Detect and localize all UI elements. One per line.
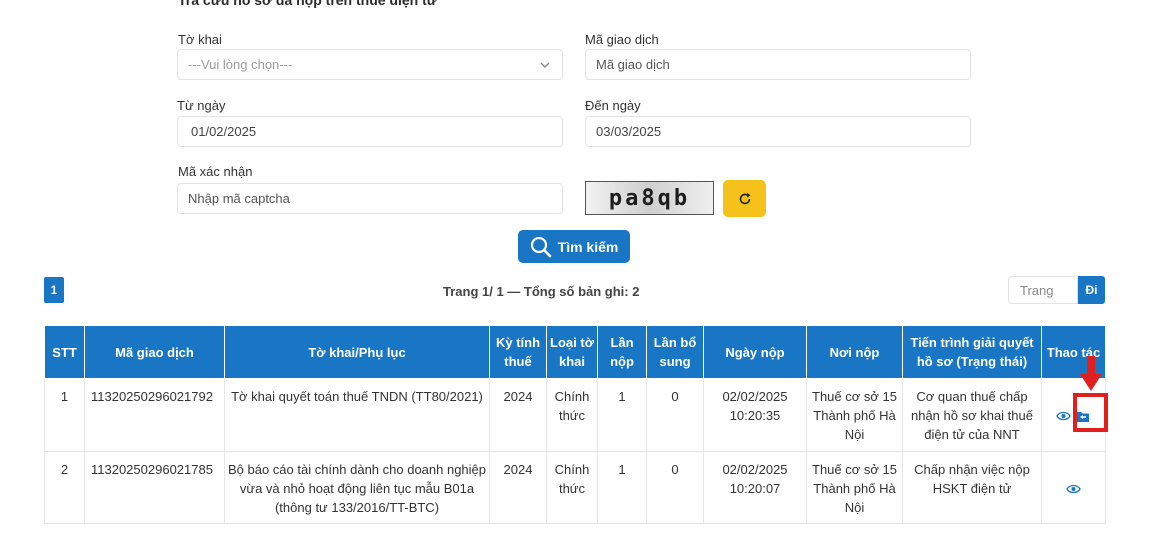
captcha-image: pa8qb [585, 181, 714, 215]
cell-stt: 1 [44, 378, 85, 452]
cell-lan-bo-sung: 0 [646, 378, 704, 452]
ma-xac-nhan-label: Mã xác nhận [178, 164, 253, 179]
ma-giao-dich-placeholder: Mã giao dịch [596, 57, 670, 72]
col-header-to-khai: Tờ khai/Phụ lục [224, 325, 490, 379]
table-row: 1 11320250296021792 Tờ khai quyết toán t… [44, 378, 1106, 452]
search-icon [530, 236, 551, 257]
pagination-page-1[interactable]: 1 [44, 277, 64, 303]
eye-icon[interactable] [1056, 410, 1072, 422]
cell-noi-nop: Thuế cơ sở 15 Thành phố Hà Nội [806, 378, 903, 452]
to-khai-select[interactable]: ---Vui lòng chọn--- [177, 49, 563, 80]
cell-ky-tinh-thue: 2024 [489, 378, 547, 452]
cell-thao-tac [1041, 451, 1106, 524]
table-row: 2 11320250296021785 Bộ báo cáo tài chính… [44, 451, 1106, 524]
cell-loai-to-khai: Chính thức [546, 378, 598, 452]
cell-to-khai: Tờ khai quyết toán thuế TNDN (TT80/2021) [224, 378, 490, 452]
col-header-stt: STT [44, 325, 85, 379]
col-header-ma-giao-dich: Mã giao dịch [84, 325, 225, 379]
cell-ma-giao-dich: 11320250296021785 [84, 451, 225, 524]
cell-ngay-nop: 02/02/2025 10:20:07 [703, 451, 807, 524]
cell-tien-trinh: Chấp nhận việc nộp HSKT điện tử [902, 451, 1042, 524]
ma-giao-dich-input[interactable]: Mã giao dịch [585, 49, 971, 80]
col-header-noi-nop: Nơi nộp [806, 325, 903, 379]
den-ngay-input[interactable]: 03/03/2025 [585, 116, 971, 147]
cell-lan-nop: 1 [597, 378, 647, 452]
cell-tien-trinh: Cơ quan thuế chấp nhận hồ sơ khai thuế đ… [902, 378, 1042, 452]
refresh-icon [739, 192, 750, 204]
annotation-arrow-icon [1080, 356, 1102, 391]
captcha-input[interactable]: Nhập mã captcha [177, 183, 563, 214]
cell-noi-nop: Thuế cơ sở 15 Thành phố Hà Nội [806, 451, 903, 524]
cell-stt: 2 [44, 451, 85, 524]
results-table: STT Mã giao dịch Tờ khai/Phụ lục Kỳ tính… [44, 325, 1106, 524]
tu-ngay-input[interactable]: 01/02/2025 [177, 116, 563, 147]
cell-ky-tinh-thue: 2024 [489, 451, 547, 524]
cell-ngay-nop: 02/02/2025 10:20:35 [703, 378, 807, 452]
chevron-down-icon [540, 62, 550, 68]
to-khai-label: Tờ khai [178, 32, 222, 47]
captcha-refresh-button[interactable] [723, 180, 766, 217]
col-header-ky-tinh-thue: Kỳ tính thuế [489, 325, 547, 379]
tu-ngay-label: Từ ngày [177, 98, 226, 113]
cell-to-khai: Bộ báo cáo tài chính dành cho doanh nghi… [224, 451, 490, 524]
tu-ngay-value: 01/02/2025 [191, 124, 257, 139]
eye-icon[interactable] [1066, 483, 1081, 495]
col-header-tien-trinh: Tiến trình giải quyết hồ sơ (Trạng thái) [902, 325, 1042, 379]
col-header-lan-nop: Lần nộp [597, 325, 647, 379]
pagination-summary: Trang 1/ 1 — Tổng số bản ghi: 2 [443, 284, 640, 299]
search-button-label: Tìm kiếm [557, 238, 619, 255]
captcha-placeholder: Nhập mã captcha [188, 191, 290, 206]
annotation-highlight-box [1073, 393, 1108, 432]
col-header-ngay-nop: Ngày nộp [703, 325, 807, 379]
cell-ma-giao-dich: 11320250296021792 [84, 378, 225, 452]
col-header-loai-to-khai: Loại tờ khai [546, 325, 598, 379]
search-button[interactable]: Tìm kiếm [518, 230, 630, 263]
table-header-row: STT Mã giao dịch Tờ khai/Phụ lục Kỳ tính… [44, 325, 1106, 379]
cell-loai-to-khai: Chính thức [546, 451, 598, 524]
col-header-lan-bo-sung: Lần bổ sung [646, 325, 704, 379]
den-ngay-value: 03/03/2025 [596, 124, 662, 139]
goto-page-button[interactable]: Đi [1078, 276, 1105, 304]
page-title: Tra cứu hồ sơ đã nộp trên thuế điện tử [178, 0, 437, 8]
ma-giao-dich-label: Mã giao dịch [585, 32, 659, 47]
den-ngay-label: Đến ngày [585, 98, 641, 113]
cell-lan-bo-sung: 0 [646, 451, 704, 524]
to-khai-placeholder: ---Vui lòng chọn--- [188, 57, 293, 72]
goto-page-input[interactable]: Trang [1008, 276, 1078, 304]
cell-lan-nop: 1 [597, 451, 647, 524]
